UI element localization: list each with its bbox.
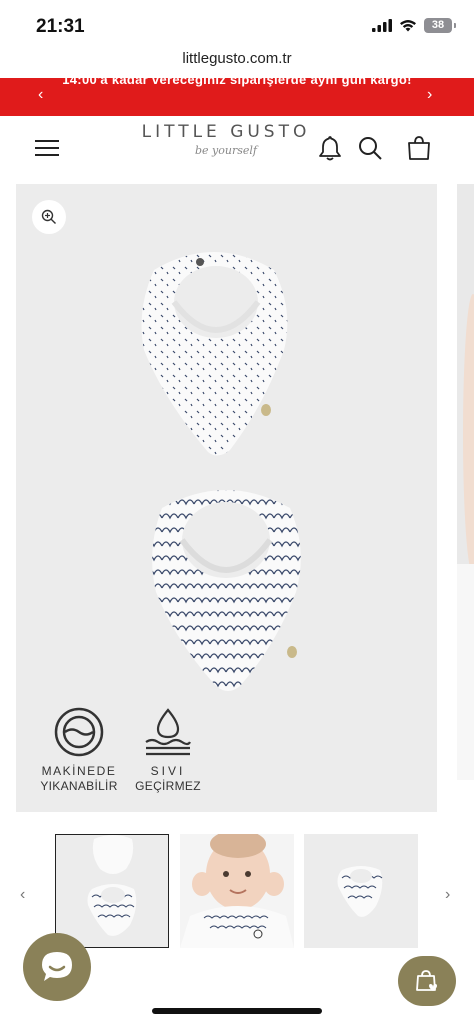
badge-line-1: SIVI <box>150 764 186 778</box>
bib-wave-image <box>152 490 301 691</box>
announcement-bar: ‹ 14:00'a kadar vereceğiniz siparişlerde… <box>0 78 474 116</box>
bib-dotted-image <box>141 252 288 456</box>
chat-bubble-icon <box>42 952 72 981</box>
thumbnail-3[interactable] <box>304 834 418 948</box>
water-drop-icon <box>145 708 191 756</box>
badge-line-1: MAKİNEDE <box>41 764 117 778</box>
status-icons: 38 <box>372 18 456 33</box>
cellular-signal-icon <box>372 19 392 32</box>
thumbnail-strip: ‹ › <box>0 830 474 950</box>
chevron-left-icon[interactable]: ‹ <box>20 886 25 904</box>
zoom-button[interactable] <box>32 200 66 234</box>
chat-button[interactable] <box>23 933 91 1001</box>
site-logo[interactable]: LITTLE GUSTO be yourself <box>136 122 316 172</box>
bag-icon[interactable] <box>405 134 433 162</box>
thumbnail-bibs-image <box>56 835 168 947</box>
announcement-text: 14:00'a kadar vereceğiniz siparişlerde a… <box>62 78 412 87</box>
chevron-right-icon[interactable]: › <box>445 886 450 904</box>
feature-badge-machine-wash: MAKİNEDE YIKANABİLİR <box>34 706 124 794</box>
site-header: LITTLE GUSTO be yourself <box>0 116 474 182</box>
product-image-main[interactable]: MAKİNEDE YIKANABİLİR SIVI GEÇİRMEZ <box>16 184 437 812</box>
next-slide-image <box>457 184 474 780</box>
thumbnail-bib-image <box>304 834 418 948</box>
product-image-next-peek[interactable] <box>457 184 474 780</box>
shopping-bag-heart-icon <box>416 970 437 991</box>
logo-tagline: be yourself <box>195 144 257 157</box>
badge-line-2: YIKANABİLİR <box>40 779 118 793</box>
hamburger-icon[interactable] <box>33 134 61 162</box>
battery-indicator: 38 <box>424 18 456 33</box>
chevron-right-icon[interactable]: › <box>427 86 432 104</box>
washing-machine-icon <box>54 707 104 757</box>
thumbnail-1[interactable] <box>55 834 169 948</box>
search-icon[interactable] <box>356 134 384 162</box>
logo-wordmark: LITTLE GUSTO <box>141 122 311 142</box>
url-bar[interactable]: littlegusto.com.tr <box>0 50 474 76</box>
wifi-icon <box>400 20 416 32</box>
badge-line-2: GEÇİRMEZ <box>135 779 201 793</box>
bell-icon[interactable] <box>316 134 344 162</box>
chevron-left-icon[interactable]: ‹ <box>38 86 43 104</box>
zoom-in-icon <box>41 209 56 224</box>
wishlist-bag-button[interactable] <box>398 956 456 1006</box>
status-bar: 21:31 38 <box>0 0 474 54</box>
home-indicator <box>152 1008 322 1014</box>
thumbnail-2[interactable] <box>180 834 294 948</box>
feature-badge-waterproof: SIVI GEÇİRMEZ <box>126 706 210 794</box>
status-time: 21:31 <box>36 16 85 37</box>
thumbnail-baby-image <box>180 834 294 948</box>
